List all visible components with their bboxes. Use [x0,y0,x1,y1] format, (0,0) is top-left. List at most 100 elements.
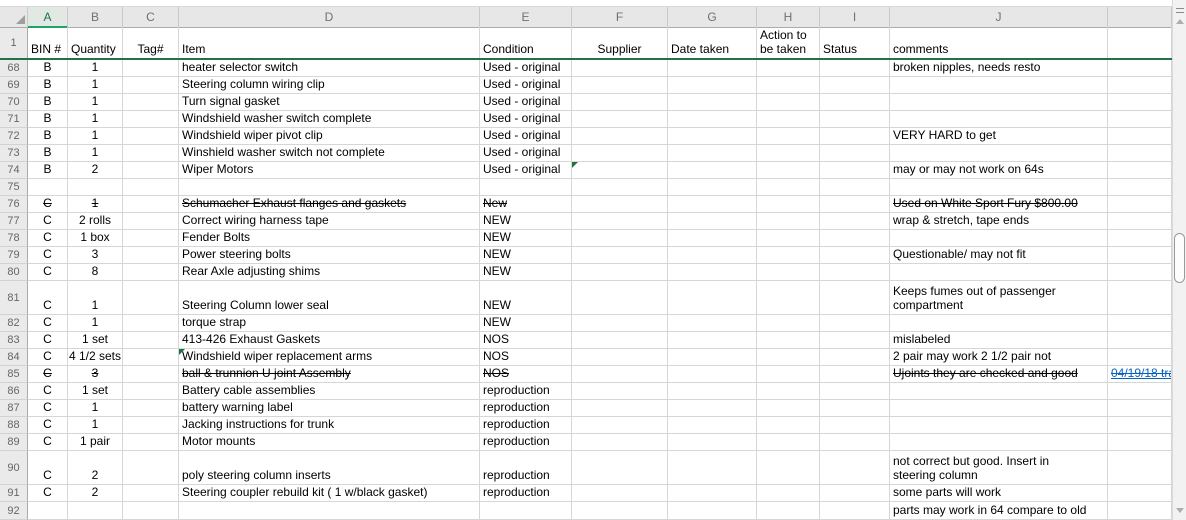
header-cell-cond[interactable]: Condition [480,27,572,58]
cell-D75[interactable] [179,179,480,196]
row-header-71[interactable]: 71 [0,111,28,128]
cell-C74[interactable] [123,162,179,179]
cell-C75[interactable] [123,179,179,196]
row-header-1[interactable]: 1 [0,27,28,58]
cell-E92[interactable] [480,502,572,520]
cell-J76[interactable]: Used on White Sport Fury $800.00 [890,196,1108,213]
cell-B85[interactable]: 3 [68,366,123,383]
cell-H82[interactable] [757,315,820,332]
cell-G76[interactable] [668,196,757,213]
cell-D86[interactable]: Battery cable assemblies [179,383,480,400]
cell-D72[interactable]: Windshield wiper pivot clip [179,128,480,145]
scroll-up-arrow-icon[interactable] [1176,19,1184,24]
cell-G70[interactable] [668,94,757,111]
cell-E79[interactable]: NEW [480,247,572,264]
cell-D81[interactable]: Steering Column lower seal [179,281,480,315]
cell-C90[interactable] [123,451,179,485]
column-header-F[interactable]: F [572,7,668,28]
cell-K83[interactable] [1108,332,1172,349]
cell-G71[interactable] [668,111,757,128]
cell-K70[interactable] [1108,94,1172,111]
header-cell-item[interactable]: Item [179,27,480,58]
cell-A76[interactable]: C [28,196,68,213]
cell-E68[interactable]: Used - original [480,60,572,77]
cell-I71[interactable] [820,111,890,128]
cell-B88[interactable]: 1 [68,417,123,434]
cell-E75[interactable] [480,179,572,196]
cell-J74[interactable]: may or may not work on 64s [890,162,1108,179]
cell-F73[interactable] [572,145,668,162]
cell-E89[interactable]: reproduction [480,434,572,451]
select-all-corner[interactable] [0,7,28,28]
cell-K92[interactable] [1108,502,1172,520]
cell-F91[interactable] [572,485,668,502]
cell-K81[interactable] [1108,281,1172,315]
column-header-partial[interactable] [1108,7,1172,28]
cell-E77[interactable]: NEW [480,213,572,230]
column-header-J[interactable]: J [890,7,1108,28]
cell-C84[interactable] [123,349,179,366]
cell-H77[interactable] [757,213,820,230]
cell-K80[interactable] [1108,264,1172,281]
cell-C88[interactable] [123,417,179,434]
row-header-81[interactable]: 81 [0,281,28,315]
cell-K73[interactable] [1108,145,1172,162]
cell-J69[interactable] [890,77,1108,94]
row-header-73[interactable]: 73 [0,145,28,162]
cell-I85[interactable] [820,366,890,383]
cell-A79[interactable]: C [28,247,68,264]
cell-B75[interactable] [68,179,123,196]
row-header-68[interactable]: 68 [0,60,28,77]
column-header-A[interactable]: A [28,7,68,28]
cell-H80[interactable] [757,264,820,281]
cell-K79[interactable] [1108,247,1172,264]
cell-H90[interactable] [757,451,820,485]
cell-B84[interactable]: 4 1/2 sets [68,349,123,366]
cell-B68[interactable]: 1 [68,60,123,77]
column-header-G[interactable]: G [668,7,757,28]
cell-J88[interactable] [890,417,1108,434]
cell-I91[interactable] [820,485,890,502]
cell-G77[interactable] [668,213,757,230]
cell-E71[interactable]: Used - original [480,111,572,128]
header-cell-status[interactable]: Status [820,27,890,58]
cell-E86[interactable]: reproduction [480,383,572,400]
cell-C87[interactable] [123,400,179,417]
cell-A78[interactable]: C [28,230,68,247]
cell-D68[interactable]: heater selector switch [179,60,480,77]
cell-B81[interactable]: 1 [68,281,123,315]
cell-B72[interactable]: 1 [68,128,123,145]
cell-J78[interactable] [890,230,1108,247]
cell-A92[interactable] [28,502,68,520]
cell-F92[interactable] [572,502,668,520]
cell-D73[interactable]: Winshield washer switch not complete [179,145,480,162]
cell-G74[interactable] [668,162,757,179]
cell-E85[interactable]: NOS [480,366,572,383]
row-header-82[interactable]: 82 [0,315,28,332]
cell-E69[interactable]: Used - original [480,77,572,94]
cell-A73[interactable]: B [28,145,68,162]
cell-I75[interactable] [820,179,890,196]
row-header-74[interactable]: 74 [0,162,28,179]
cell-I79[interactable] [820,247,890,264]
cell-C81[interactable] [123,281,179,315]
header-cell-bin[interactable]: BIN # [28,27,68,58]
header-cell-date[interactable]: Date taken [668,27,757,58]
cell-D85[interactable]: ball & trunnion U joint Assembly [179,366,480,383]
cell-J81[interactable]: Keeps fumes out of passenger compartment [890,281,1108,315]
cell-J79[interactable]: Questionable/ may not fit [890,247,1108,264]
cell-C92[interactable] [123,502,179,520]
header-cell-comment[interactable]: comments [890,27,1108,58]
cell-C91[interactable] [123,485,179,502]
cell-F85[interactable] [572,366,668,383]
cell-J83[interactable]: mislabeled [890,332,1108,349]
cell-C73[interactable] [123,145,179,162]
cell-E76[interactable]: New [480,196,572,213]
header-cell-tag[interactable]: Tag# [123,27,179,58]
cell-H75[interactable] [757,179,820,196]
cell-G92[interactable] [668,502,757,520]
cell-J89[interactable] [890,434,1108,451]
cell-E72[interactable]: Used - original [480,128,572,145]
cell-B78[interactable]: 1 box [68,230,123,247]
cell-B90[interactable]: 2 [68,451,123,485]
